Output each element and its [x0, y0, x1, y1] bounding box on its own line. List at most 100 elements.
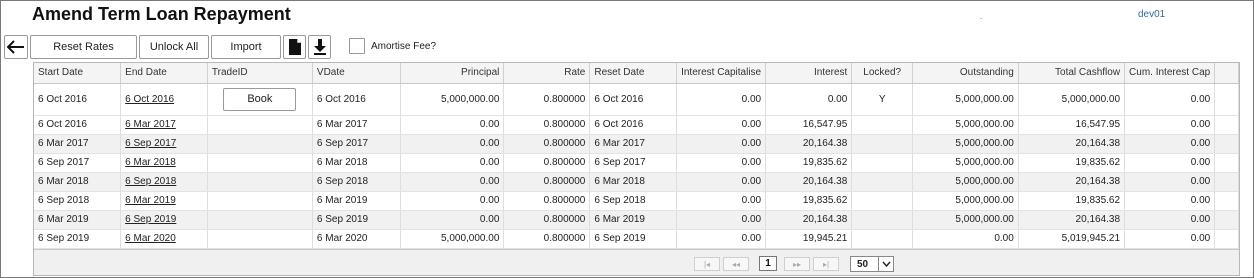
cell-intcap: 0.00 — [676, 172, 767, 192]
table-row[interactable]: 6 Sep 2019 6 Mar 2020 6 Mar 2020 5,000,000.… — [34, 229, 1239, 249]
end-date-link[interactable]: 6 Mar 2020 — [125, 233, 176, 244]
unlock-all-button[interactable]: Unlock All — [139, 35, 209, 59]
current-page[interactable]: 1 — [759, 256, 777, 271]
table-row[interactable]: 6 Mar 2019 6 Sep 2019 6 Sep 2019 0.00 0.8000… — [34, 210, 1239, 230]
cell-end[interactable]: 6 Mar 2018 — [120, 153, 208, 173]
cell-end[interactable]: 6 Mar 2020 — [120, 229, 208, 249]
cell-total: 20,164.38 — [1018, 172, 1126, 192]
end-date-link[interactable]: 6 Mar 2017 — [125, 119, 176, 130]
cell-trade — [207, 134, 313, 154]
document-button[interactable] — [283, 35, 306, 59]
cell-reset: 6 Sep 2019 — [589, 229, 678, 249]
cell-interest: 19,835.62 — [765, 191, 853, 211]
back-button[interactable] — [4, 35, 28, 59]
cell-start: 6 Oct 2016 — [34, 83, 122, 116]
table-row[interactable]: 6 Oct 2016 6 Mar 2017 6 Mar 2017 0.00 0.8000… — [34, 115, 1239, 135]
user-link[interactable]: dev01 — [1138, 9, 1165, 20]
chevron-down-icon — [878, 257, 893, 271]
end-date-link[interactable]: 6 Sep 2017 — [125, 138, 176, 149]
document-icon — [288, 39, 301, 55]
cell-end[interactable]: 6 Sep 2017 — [120, 134, 208, 154]
cell-end[interactable]: 6 Sep 2019 — [120, 210, 208, 230]
page-size-select[interactable]: 50 — [850, 256, 894, 272]
col-header[interactable]: Locked? — [851, 63, 914, 84]
cell-spacer — [1214, 134, 1239, 154]
col-header[interactable]: Reset Date — [589, 63, 678, 84]
book-button[interactable]: Book — [223, 87, 297, 111]
download-button[interactable] — [308, 35, 331, 59]
table-row[interactable]: 6 Sep 2018 6 Mar 2019 6 Mar 2019 0.00 0.8000… — [34, 191, 1239, 211]
cell-vdate: 6 Oct 2016 — [312, 83, 402, 116]
table-row[interactable]: 6 Oct 2016 6 Oct 2016 Book 6 Oct 2016 5,000,… — [34, 83, 1239, 116]
cell-spacer — [1214, 115, 1239, 135]
cell-reset: 6 Mar 2019 — [589, 210, 678, 230]
cell-locked — [851, 153, 914, 173]
cell-spacer — [1214, 153, 1239, 173]
col-header[interactable]: Start Date — [34, 63, 122, 84]
cell-end[interactable]: 6 Mar 2019 — [120, 191, 208, 211]
cell-total: 5,000,000.00 — [1018, 83, 1126, 116]
cell-end[interactable]: 6 Mar 2017 — [120, 115, 208, 135]
col-header[interactable]: Principal — [400, 63, 505, 84]
cell-locked — [851, 172, 914, 192]
cell-vdate: 6 Sep 2017 — [312, 134, 402, 154]
end-date-link[interactable]: 6 Sep 2018 — [125, 176, 176, 187]
col-header[interactable]: Total Cashflow — [1018, 63, 1126, 84]
cell-start: 6 Mar 2017 — [34, 134, 122, 154]
cell-rate: 0.800000 — [503, 172, 591, 192]
cell-reset: 6 Sep 2018 — [589, 191, 678, 211]
amortise-fee-checkbox[interactable] — [349, 38, 365, 54]
cell-locked — [851, 210, 914, 230]
cell-rate: 0.800000 — [503, 191, 591, 211]
col-header[interactable]: Rate — [503, 63, 591, 84]
cell-cum: 0.00 — [1124, 153, 1216, 173]
end-date-link[interactable]: 6 Mar 2018 — [125, 157, 176, 168]
cell-interest: 16,547.95 — [765, 115, 853, 135]
cell-rate: 0.800000 — [503, 115, 591, 135]
col-header[interactable]: End Date — [120, 63, 208, 84]
last-page-button[interactable]: ▸| — [813, 257, 839, 271]
table-row[interactable]: 6 Sep 2017 6 Mar 2018 6 Mar 2018 0.00 0.8000… — [34, 153, 1239, 173]
cell-outstanding: 0.00 — [912, 229, 1019, 249]
first-page-button[interactable]: |◂ — [694, 257, 720, 271]
cell-outstanding: 5,000,000.00 — [912, 83, 1019, 116]
cell-total: 20,164.38 — [1018, 210, 1126, 230]
next-page-button[interactable]: ▸▸ — [784, 257, 810, 271]
cell-outstanding: 5,000,000.00 — [912, 134, 1019, 154]
table-row[interactable]: 6 Mar 2018 6 Sep 2018 6 Sep 2018 0.00 0.8000… — [34, 172, 1239, 192]
table-row[interactable]: 6 Mar 2017 6 Sep 2017 6 Sep 2017 0.00 0.8000… — [34, 134, 1239, 154]
cell-reset: 6 Mar 2017 — [589, 134, 678, 154]
col-header[interactable]: Interest — [765, 63, 853, 84]
cell-cum: 0.00 — [1124, 172, 1216, 192]
cell-vdate: 6 Mar 2020 — [312, 229, 402, 249]
prev-page-button[interactable]: ◂◂ — [723, 257, 749, 271]
cell-rate: 0.800000 — [503, 210, 591, 230]
col-header[interactable]: TradeID — [207, 63, 313, 84]
repayment-grid: Start Date End Date TradeID VDate Princi… — [33, 62, 1240, 276]
reset-rates-button[interactable]: Reset Rates — [30, 35, 137, 59]
cell-outstanding: 5,000,000.00 — [912, 115, 1019, 135]
col-header[interactable]: Outstanding — [912, 63, 1019, 84]
cell-total: 5,019,945.21 — [1018, 229, 1126, 249]
cell-trade — [207, 115, 313, 135]
cell-start: 6 Mar 2019 — [34, 210, 122, 230]
cell-start: 6 Sep 2018 — [34, 191, 122, 211]
end-date-link[interactable]: 6 Oct 2016 — [125, 94, 174, 105]
cell-cum: 0.00 — [1124, 210, 1216, 230]
cell-end[interactable]: 6 Oct 2016 — [120, 83, 208, 116]
import-button[interactable]: Import — [211, 35, 281, 59]
cell-end[interactable]: 6 Sep 2018 — [120, 172, 208, 192]
status-dot: . — [980, 12, 983, 21]
end-date-link[interactable]: 6 Mar 2019 — [125, 195, 176, 206]
cell-principal: 0.00 — [400, 134, 505, 154]
cell-total: 19,835.62 — [1018, 191, 1126, 211]
cell-start: 6 Oct 2016 — [34, 115, 122, 135]
end-date-link[interactable]: 6 Sep 2019 — [125, 214, 176, 225]
col-header[interactable]: Interest Capitalise — [676, 63, 767, 84]
col-header[interactable]: Cum. Interest Cap — [1124, 63, 1216, 84]
cell-intcap: 0.00 — [676, 229, 767, 249]
col-header[interactable]: VDate — [312, 63, 402, 84]
cell-spacer — [1214, 210, 1239, 230]
cell-principal: 0.00 — [400, 191, 505, 211]
cell-principal: 0.00 — [400, 210, 505, 230]
